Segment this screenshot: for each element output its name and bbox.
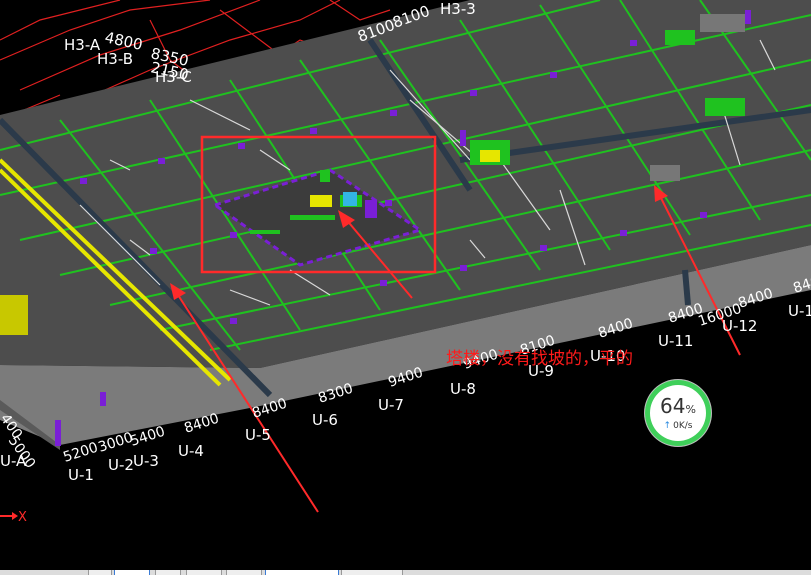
bim-3d-viewport[interactable]: U-A U-1 U-2 U-3 U-4 U-5 U-6 U-7 U-8 U-9 … [0, 0, 811, 575]
speed-value: 0K/s [673, 421, 693, 431]
grid-label: U-4 [178, 442, 204, 460]
axis-indicator: X [0, 510, 27, 525]
grid-label: U-8 [450, 380, 476, 398]
network-speed-widget[interactable]: 64% ↑ 0K/s [645, 380, 711, 446]
upload-speed: ↑ 0K/s [645, 421, 711, 431]
progress-percent: 64% [645, 394, 711, 418]
taskbar-button[interactable] [265, 570, 339, 575]
taskbar-button[interactable] [114, 570, 150, 575]
upload-arrow-icon: ↑ [663, 421, 672, 431]
grid-label: H3-B [97, 50, 133, 68]
grid-label: H3-3 [440, 0, 476, 18]
grid-label: H3-A [64, 36, 101, 54]
progress-percent-value: 64 [660, 394, 686, 418]
grid-label: U-11 [658, 332, 693, 350]
taskbar-button[interactable] [341, 570, 403, 575]
grid-label: U-6 [312, 411, 338, 429]
taskbar-button[interactable] [186, 570, 222, 575]
grid-label: U-3 [133, 452, 159, 470]
taskbar-strip [0, 570, 811, 575]
grid-label: U-1 [788, 302, 811, 320]
x-axis-label: X [18, 510, 27, 525]
taskbar-button[interactable] [88, 570, 112, 575]
grid-label: H3-C [155, 68, 192, 86]
annotation-text: 塔楼，没有找坡的，平的 [446, 349, 633, 369]
taskbar-button[interactable] [155, 570, 181, 575]
grid-label: U-5 [245, 426, 271, 444]
grid-label: U-7 [378, 396, 404, 414]
grid-label: U-1 [68, 466, 94, 484]
grid-label: U-2 [108, 456, 134, 474]
taskbar-button[interactable] [226, 570, 262, 575]
progress-percent-sign: % [685, 403, 696, 416]
